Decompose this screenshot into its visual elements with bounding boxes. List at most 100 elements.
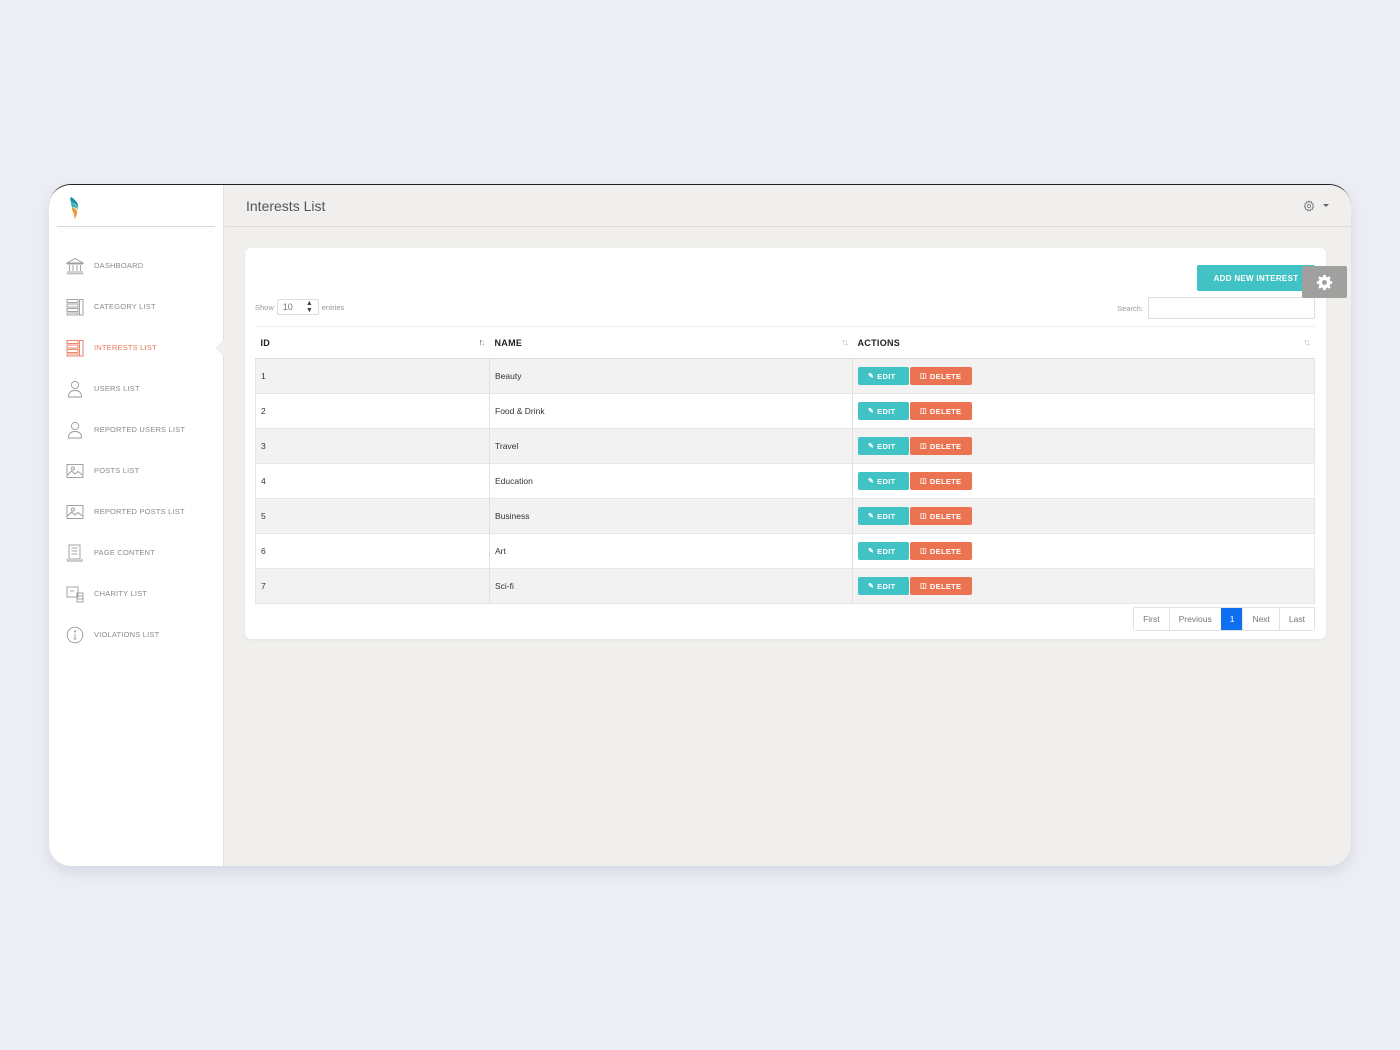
delete-button[interactable]: ◫ DELETE <box>910 367 972 385</box>
delete-label: DELETE <box>929 406 962 416</box>
entries-length-control: Show 10 ▲ ▼ entries <box>255 299 344 315</box>
active-indicator <box>215 339 225 357</box>
charity-icon <box>66 585 84 603</box>
table-row: 6 Art ✎ EDIT ◫ DELETE <box>255 533 1315 569</box>
edit-button[interactable]: ✎ EDIT <box>858 367 909 385</box>
cell-name: Art <box>489 533 853 569</box>
list-icon <box>66 298 84 316</box>
cell-id: 2 <box>255 393 490 429</box>
table-row: 4 Education ✎ EDIT ◫ DELETE <box>255 463 1315 499</box>
trash-icon: ◫ <box>920 408 927 415</box>
column-header-name[interactable]: NAME ↑↓ <box>489 326 853 359</box>
delete-button[interactable]: ◫ DELETE <box>910 577 972 595</box>
sidebar-item-dashboard[interactable]: DASHBOARD <box>49 245 224 286</box>
delete-label: DELETE <box>929 511 962 521</box>
sidebar-nav: DASHBOARD CATEGORY LIST INTERESTS LIST U… <box>49 245 225 655</box>
search-input[interactable] <box>1148 297 1315 319</box>
delete-button[interactable]: ◫ DELETE <box>910 472 972 490</box>
cell-actions: ✎ EDIT ◫ DELETE <box>852 393 1315 429</box>
trash-icon: ◫ <box>920 513 927 520</box>
gear-icon[interactable] <box>1303 199 1317 213</box>
bank-icon <box>66 257 84 275</box>
sidebar-item-label: VIOLATIONS LIST <box>94 630 160 639</box>
edit-label: EDIT <box>877 476 896 486</box>
edit-button[interactable]: ✎ EDIT <box>858 402 909 420</box>
cell-id: 4 <box>255 463 490 499</box>
cell-id: 1 <box>255 358 490 394</box>
sidebar-item-page-content[interactable]: PAGE CONTENT <box>49 532 224 573</box>
delete-button[interactable]: ◫ DELETE <box>910 542 972 560</box>
sidebar-item-label: INTERESTS LIST <box>94 343 157 352</box>
user-icon <box>66 380 84 398</box>
interests-card: ADD NEW INTEREST Show 10 ▲ ▼ entries Sear… <box>245 248 1326 639</box>
edit-button[interactable]: ✎ EDIT <box>858 437 909 455</box>
cell-actions: ✎ EDIT ◫ DELETE <box>852 358 1315 394</box>
image-icon <box>66 503 84 521</box>
sidebar-item-users-list[interactable]: USERS LIST <box>49 368 224 409</box>
sidebar-item-violations-list[interactable]: VIOLATIONS LIST <box>49 614 224 655</box>
pagination-page-current[interactable]: 1 <box>1220 608 1243 630</box>
sidebar-item-reported-users-list[interactable]: REPORTED USERS LIST <box>49 409 224 450</box>
page-title: Interests List <box>246 198 326 214</box>
delete-label: DELETE <box>929 371 962 381</box>
trash-icon: ◫ <box>920 548 927 555</box>
edit-button[interactable]: ✎ EDIT <box>858 472 909 490</box>
column-header-actions[interactable]: ACTIONS ↑↓ <box>852 326 1315 359</box>
cell-name: Food & Drink <box>489 393 853 429</box>
sidebar-item-charity-list[interactable]: CHARITY LIST <box>49 573 224 614</box>
sidebar-item-interests-list[interactable]: INTERESTS LIST <box>49 327 225 368</box>
edit-icon: ✎ <box>868 443 875 450</box>
sidebar-item-reported-posts-list[interactable]: REPORTED POSTS LIST <box>49 491 224 532</box>
flame-logo-icon[interactable] <box>67 196 83 220</box>
chevron-down-icon[interactable] <box>1323 204 1329 207</box>
pagination-previous[interactable]: Previous <box>1168 608 1221 630</box>
cell-actions: ✎ EDIT ◫ DELETE <box>852 463 1315 499</box>
pagination-first[interactable]: First <box>1134 608 1169 630</box>
interests-table: ID ↑↓ NAME ↑↓ ACTIONS ↑↓ 1 Beauty ✎ EDIT ◫ DE… <box>255 326 1315 604</box>
trash-icon: ◫ <box>920 478 927 485</box>
settings-gear-button[interactable] <box>1302 266 1347 298</box>
edit-button[interactable]: ✎ EDIT <box>858 542 909 560</box>
table-row: 7 Sci-fi ✎ EDIT ◫ DELETE <box>255 568 1315 604</box>
cell-actions: ✎ EDIT ◫ DELETE <box>852 533 1315 569</box>
cell-name: Sci-fi <box>489 568 853 604</box>
entries-select[interactable]: 10 ▲ ▼ <box>276 299 319 315</box>
delete-label: DELETE <box>929 441 962 451</box>
sidebar-item-label: PAGE CONTENT <box>94 548 156 557</box>
edit-button[interactable]: ✎ EDIT <box>858 577 909 595</box>
delete-button[interactable]: ◫ DELETE <box>910 437 972 455</box>
sidebar-item-category-list[interactable]: CATEGORY LIST <box>49 286 224 327</box>
cell-name: Education <box>489 463 853 499</box>
edit-button[interactable]: ✎ EDIT <box>858 507 909 525</box>
delete-label: DELETE <box>929 581 962 591</box>
sidebar-item-posts-list[interactable]: POSTS LIST <box>49 450 224 491</box>
column-header-id[interactable]: ID ↑↓ <box>255 326 490 359</box>
add-new-interest-button[interactable]: ADD NEW INTEREST <box>1197 265 1315 291</box>
sort-icon[interactable]: ↑↓ <box>479 337 486 347</box>
delete-button[interactable]: ◫ DELETE <box>910 402 972 420</box>
pagination-next[interactable]: Next <box>1242 608 1279 630</box>
table-row: 3 Travel ✎ EDIT ◫ DELETE <box>255 428 1315 464</box>
cell-id: 3 <box>255 428 490 464</box>
cell-actions: ✎ EDIT ◫ DELETE <box>852 498 1315 534</box>
sidebar-divider <box>57 226 215 227</box>
edit-icon: ✎ <box>868 513 875 520</box>
table-header-row: ID ↑↓ NAME ↑↓ ACTIONS ↑↓ <box>255 326 1315 359</box>
sort-icon[interactable]: ↑↓ <box>842 337 849 347</box>
edit-icon: ✎ <box>868 583 875 590</box>
trash-icon: ◫ <box>920 373 927 380</box>
pagination-last[interactable]: Last <box>1278 608 1314 630</box>
delete-button[interactable]: ◫ DELETE <box>910 507 972 525</box>
edit-icon: ✎ <box>868 478 875 485</box>
cell-name: Business <box>489 498 853 534</box>
cell-id: 6 <box>255 533 490 569</box>
table-row: 5 Business ✎ EDIT ◫ DELETE <box>255 498 1315 534</box>
cell-actions: ✎ EDIT ◫ DELETE <box>852 428 1315 464</box>
search-control: Search: <box>1117 297 1315 319</box>
image-icon <box>66 462 84 480</box>
app-window: DASHBOARD CATEGORY LIST INTERESTS LIST U… <box>49 184 1351 866</box>
sort-arrows-icon: ▲ ▼ <box>305 300 313 314</box>
user-icon <box>66 421 84 439</box>
sort-icon[interactable]: ↑↓ <box>1304 337 1311 347</box>
sidebar-item-label: POSTS LIST <box>94 466 140 475</box>
